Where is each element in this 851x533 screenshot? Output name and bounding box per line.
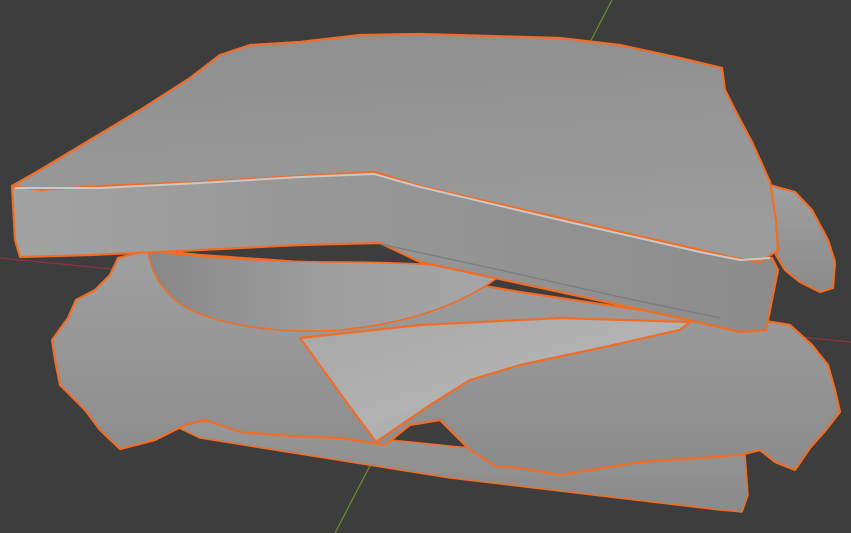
3d-viewport[interactable] [0, 0, 851, 533]
lettuce-top-right[interactable] [768, 183, 837, 294]
viewport-scene[interactable] [0, 0, 851, 533]
